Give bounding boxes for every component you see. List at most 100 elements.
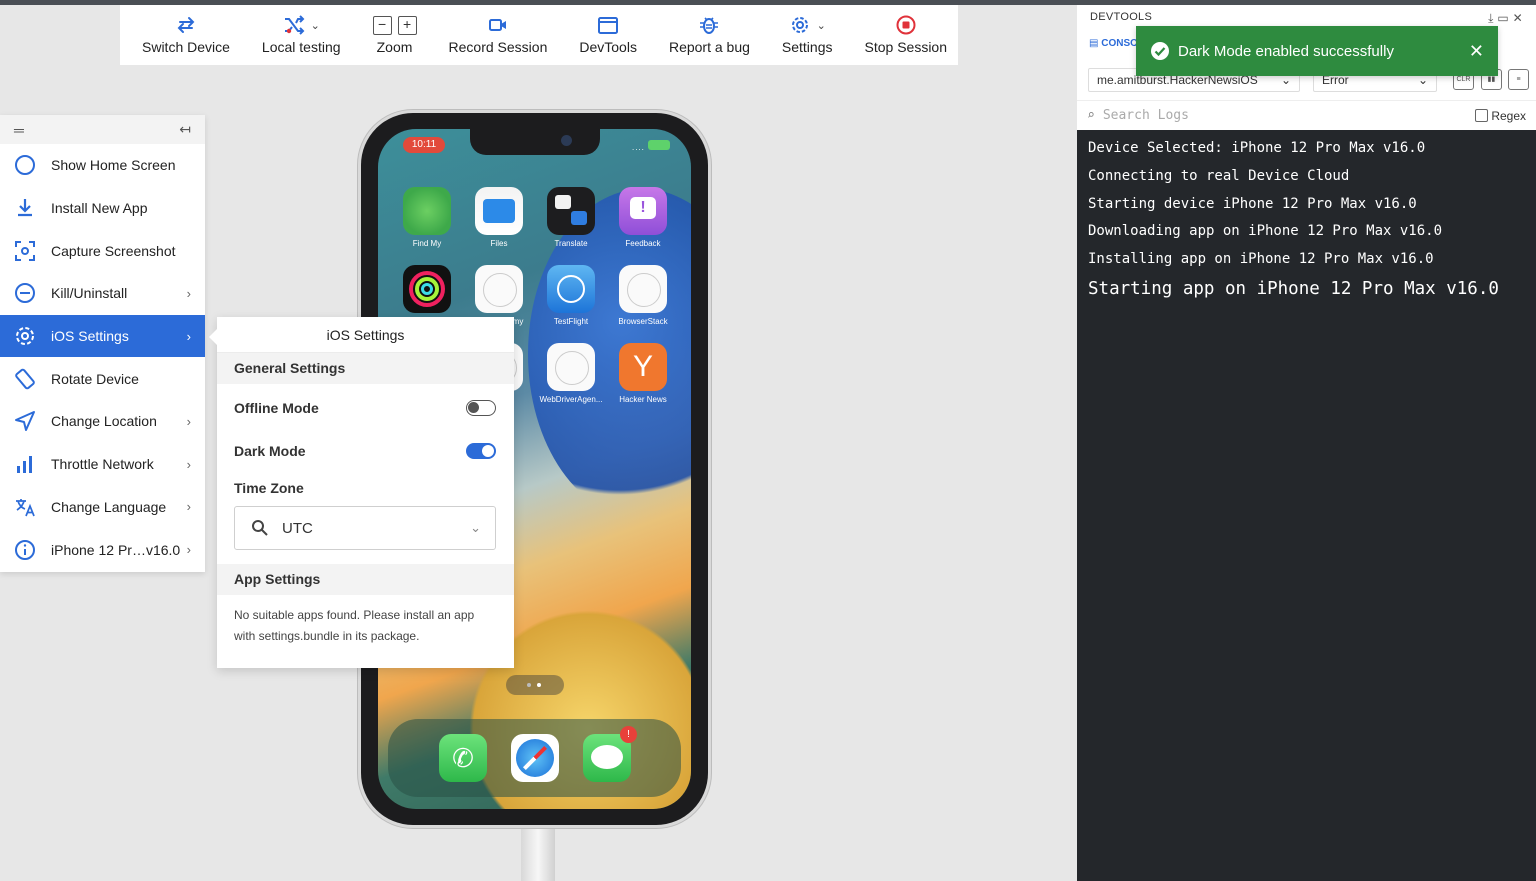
menu-item-ios-settings[interactable]: iOS Settings › — [0, 315, 205, 358]
zoom-label: Zoom — [377, 39, 413, 55]
menu-item-label: Install New App — [51, 200, 148, 216]
chevron-right-icon: › — [187, 414, 191, 429]
stop-circle-icon — [895, 15, 917, 35]
menu-item-device-info[interactable]: iPhone 12 Pr…v16.0 › — [0, 528, 205, 571]
menu-item-label: iPhone 12 Pr…v16.0 — [51, 542, 180, 558]
log-line: Starting device iPhone 12 Pro Max v16.0 — [1088, 191, 1525, 219]
log-search-input[interactable]: Search Logs — [1103, 108, 1189, 123]
chevron-down-icon: ⌄ — [470, 520, 481, 536]
log-line: Device Selected: iPhone 12 Pro Max v16.0 — [1088, 135, 1525, 163]
browserstack-app-icon[interactable] — [619, 265, 667, 313]
drag-handle-icon[interactable]: ═ — [14, 122, 24, 138]
tab-console-label: CONSO — [1101, 38, 1138, 49]
time-zone-select[interactable]: UTC ⌄ — [234, 506, 496, 550]
page-indicator[interactable] — [506, 675, 564, 695]
search-icon — [251, 519, 269, 537]
chevron-right-icon: › — [187, 286, 191, 301]
signal-icon: .... — [632, 143, 645, 152]
app-settings-header: App Settings — [217, 564, 514, 595]
devtools-title: DEVTOOLS — [1090, 11, 1152, 23]
chevron-down-icon[interactable]: ⌄ — [817, 19, 826, 32]
settings-label: Settings — [782, 39, 833, 55]
chevron-right-icon: › — [187, 499, 191, 514]
bug-icon — [698, 15, 720, 35]
fitness-app-icon[interactable] — [403, 265, 451, 313]
usb-cable — [521, 818, 555, 881]
switch-device-label: Switch Device — [142, 39, 230, 55]
menu-item-capture-screenshot[interactable]: Capture Screenshot — [0, 229, 205, 272]
menu-item-label: Change Location — [51, 413, 157, 429]
record-session-label: Record Session — [449, 39, 548, 55]
ios-settings-popover: iOS Settings General Settings Offline Mo… — [217, 317, 514, 668]
app-label: Translate — [535, 239, 607, 248]
chevron-right-icon: › — [187, 329, 191, 344]
location-arrow-icon — [14, 410, 36, 432]
regex-option[interactable]: Regex — [1475, 109, 1526, 123]
dark-mode-row: Dark Mode — [217, 429, 514, 472]
gear-icon — [14, 325, 36, 347]
hacker-news-app-icon[interactable]: Y — [619, 343, 667, 391]
time-zone-value: UTC — [282, 520, 470, 537]
report-bug-button[interactable]: Report a bug — [653, 5, 766, 65]
phone-app-icon[interactable]: ✆ — [439, 734, 487, 782]
menu-item-label: Change Language — [51, 499, 166, 515]
menu-item-install-new-app[interactable]: Install New App — [0, 187, 205, 230]
collapse-menu-icon[interactable]: ↤ — [179, 121, 191, 138]
find-my-app-icon[interactable] — [403, 187, 451, 235]
feedback-app-icon[interactable]: ! — [619, 187, 667, 235]
devtools-window-controls[interactable]: ⤓ ▭ ✕ — [1488, 11, 1523, 23]
settings-button[interactable]: ⌄ Settings — [766, 5, 849, 65]
close-icon[interactable]: ✕ — [1469, 41, 1484, 62]
tab-console[interactable]: ▤ CONSO — [1089, 38, 1138, 49]
popover-title: iOS Settings — [217, 317, 514, 353]
record-session-button[interactable]: Record Session — [433, 5, 564, 65]
webdriveragent-app-icon[interactable] — [547, 343, 595, 391]
menu-item-kill-uninstall[interactable]: Kill/Uninstall › — [0, 272, 205, 315]
translate-icon — [14, 496, 36, 518]
menu-item-throttle-network[interactable]: Throttle Network › — [0, 443, 205, 486]
devtools-panel: DEVTOOLS ⤓ ▭ ✕ ▤ CONSO me.amitburst.Hack… — [1077, 5, 1536, 881]
menu-item-show-home-screen[interactable]: Show Home Screen — [0, 144, 205, 187]
chevron-right-icon: › — [187, 542, 191, 557]
app-label: Find My — [391, 239, 463, 248]
menu-item-change-location[interactable]: Change Location › — [0, 400, 205, 443]
console-output: Device Selected: iPhone 12 Pro Max v16.0… — [1077, 130, 1536, 881]
messages-badge: ! — [620, 726, 637, 743]
app-label: Hacker News — [607, 395, 679, 404]
side-menu-header: ═ ↤ — [0, 115, 205, 144]
zoom-in-button[interactable]: + — [398, 16, 417, 35]
files-app-icon[interactable] — [475, 187, 523, 235]
report-bug-label: Report a bug — [669, 39, 750, 55]
wrap-lines-button[interactable]: ≡ — [1508, 69, 1529, 90]
translate-app-icon[interactable] — [547, 187, 595, 235]
log-search-bar: ⌕ Search Logs Regex — [1077, 100, 1536, 130]
zoom-out-button[interactable]: − — [373, 16, 392, 35]
app-label: TestFlight — [535, 317, 607, 326]
safari-app-icon[interactable] — [511, 734, 559, 782]
notch — [470, 129, 600, 155]
offline-mode-toggle[interactable] — [466, 400, 496, 416]
toast-message: Dark Mode enabled successfully — [1178, 43, 1394, 60]
general-settings-header: General Settings — [217, 353, 514, 384]
switch-device-button[interactable]: Switch Device — [126, 5, 246, 65]
dark-mode-toggle[interactable] — [466, 443, 496, 459]
menu-item-change-language[interactable]: Change Language › — [0, 486, 205, 529]
chevron-down-icon[interactable]: ⌄ — [311, 19, 320, 32]
regex-label: Regex — [1491, 109, 1526, 123]
camera — [561, 135, 572, 146]
regex-checkbox[interactable] — [1475, 109, 1488, 122]
shuffle-icon — [283, 15, 305, 35]
local-testing-button[interactable]: ⌄ Local testing — [246, 5, 357, 65]
placeholder-app-icon[interactable] — [475, 265, 523, 313]
devtools-button[interactable]: DevTools — [563, 5, 653, 65]
stop-session-button[interactable]: Stop Session — [849, 5, 964, 65]
app-label: WebDriverAgen... — [535, 395, 607, 404]
menu-item-label: iOS Settings — [51, 328, 129, 344]
device-side-menu: ═ ↤ Show Home Screen Install New App Cap… — [0, 115, 205, 572]
menu-item-rotate-device[interactable]: Rotate Device — [0, 357, 205, 400]
offline-mode-label: Offline Mode — [234, 400, 319, 416]
info-icon — [14, 539, 36, 561]
search-icon: ⌕ — [1087, 108, 1095, 123]
testflight-app-icon[interactable] — [547, 265, 595, 313]
app-settings-note: No suitable apps found. Please install a… — [217, 595, 514, 657]
